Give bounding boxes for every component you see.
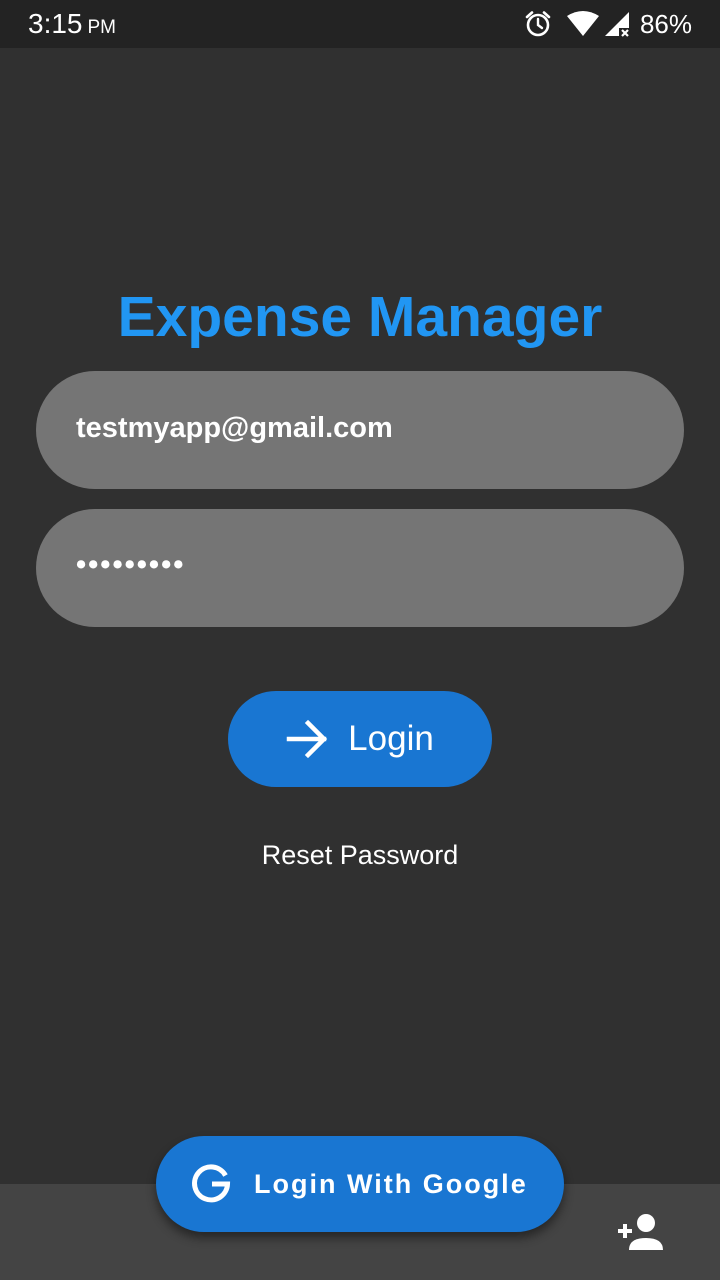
password-value: ••••••••• <box>76 548 186 581</box>
app-title: Expense Manager <box>117 285 603 349</box>
status-time: 3:15 PM <box>28 9 116 43</box>
alarm-icon <box>525 11 551 37</box>
google-g-icon <box>192 1164 231 1203</box>
login-button[interactable]: Login <box>228 691 492 787</box>
arrow-forward-icon <box>286 719 328 759</box>
password-field[interactable]: ••••••••• <box>36 509 684 627</box>
google-login-label: Login With Google <box>254 1168 528 1199</box>
email-field[interactable]: testmyapp@gmail.com <box>36 371 684 489</box>
status-bar: 3:15 PM 86% <box>0 0 720 48</box>
status-ampm: PM <box>87 17 117 38</box>
login-screen: 3:15 PM 86% Expense Manager testmyapp@gma… <box>0 0 720 1280</box>
login-button-label: Login <box>348 719 434 758</box>
email-value: testmyapp@gmail.com <box>76 411 393 444</box>
person-add-icon[interactable] <box>616 1212 664 1252</box>
reset-password-link[interactable]: Reset Password <box>0 838 720 872</box>
google-login-button[interactable]: Login With Google <box>156 1136 564 1232</box>
status-icons: 86% <box>524 9 692 39</box>
wifi-icon <box>566 11 599 36</box>
signal-icon <box>604 12 629 37</box>
status-time-value: 3:15 <box>28 8 83 39</box>
battery-percentage: 86% <box>639 9 692 39</box>
